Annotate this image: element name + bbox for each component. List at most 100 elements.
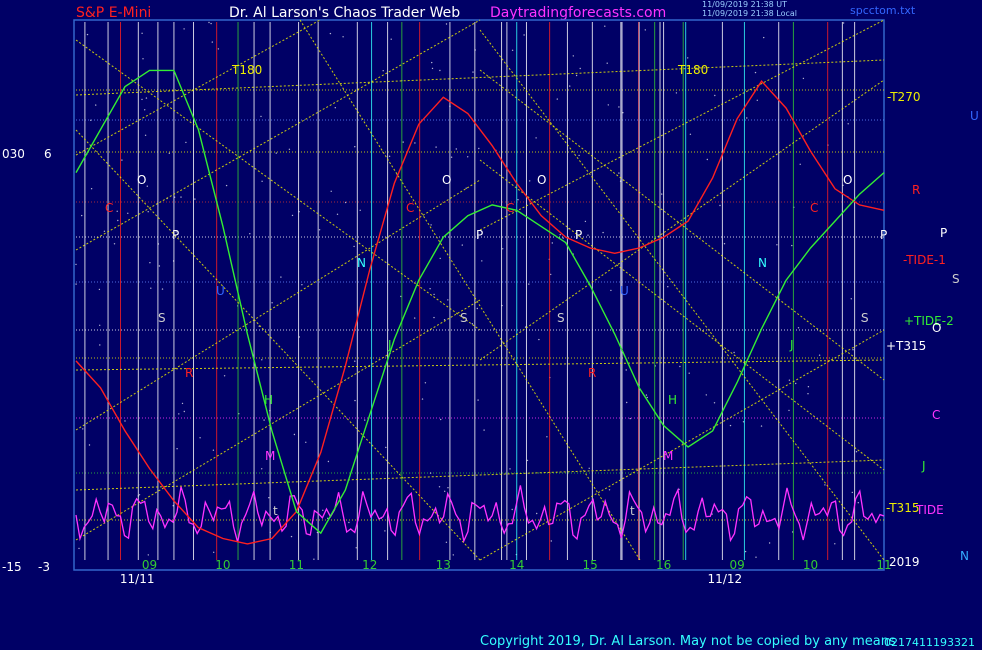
x-tick-label: 15 — [583, 558, 598, 572]
star-dot — [263, 419, 265, 421]
star-dot — [550, 273, 552, 276]
chart-marker: S — [861, 311, 869, 325]
chart-marker: S — [557, 311, 565, 325]
star-dot — [354, 146, 356, 148]
star-dot — [402, 141, 404, 143]
star-dot — [644, 29, 646, 31]
star-dot — [117, 219, 119, 222]
star-dot — [807, 386, 810, 388]
star-dot — [161, 288, 164, 290]
star-dot — [755, 556, 757, 558]
star-dot — [850, 298, 852, 300]
star-dot — [90, 119, 92, 122]
star-dot — [483, 429, 485, 431]
star-dot — [421, 398, 424, 400]
chart-marker: P — [476, 228, 483, 242]
chart-marker: P — [575, 228, 582, 242]
star-dot — [661, 193, 663, 195]
chart-marker: U — [620, 284, 629, 298]
star-dot — [138, 494, 141, 496]
chart-marker: O — [843, 173, 852, 187]
chart-marker: M — [663, 449, 673, 463]
star-dot — [791, 244, 793, 247]
chart-marker: H — [668, 393, 677, 407]
star-dot — [645, 394, 648, 396]
chart-marker: M — [265, 449, 275, 463]
star-dot — [82, 428, 84, 430]
star-dot — [523, 34, 525, 36]
chart-marker: S — [460, 311, 468, 325]
star-dot — [723, 243, 726, 245]
y-tick-outer-bottom: -15 — [2, 560, 22, 574]
x-tick-label: 09 — [142, 558, 157, 572]
star-dot — [181, 402, 184, 405]
star-dot — [855, 451, 858, 453]
star-dot — [588, 467, 590, 469]
star-dot — [799, 163, 801, 165]
right-label: +T315 — [886, 339, 926, 353]
star-dot — [646, 396, 648, 399]
star-dot — [472, 71, 474, 73]
star-dot — [559, 234, 561, 236]
star-dot — [261, 468, 263, 470]
star-dot — [452, 554, 454, 556]
series-line-tide-2 — [75, 69, 885, 535]
planet-line — [479, 29, 885, 561]
series-line-tide-1 — [75, 80, 885, 545]
star-dot — [400, 295, 402, 298]
star-dot — [225, 184, 228, 187]
star-dot — [802, 77, 805, 80]
star-dot — [414, 317, 416, 319]
chart-marker: P — [172, 228, 179, 242]
right-label: R — [912, 183, 920, 197]
star-dot — [280, 276, 282, 278]
star-dot — [439, 257, 441, 260]
star-dot — [113, 243, 116, 245]
star-dot — [75, 283, 77, 285]
planet-line — [75, 19, 321, 156]
star-dot — [348, 521, 350, 524]
star-dot — [526, 459, 529, 462]
star-dot — [261, 359, 263, 361]
star-dot — [471, 323, 473, 325]
star-dot — [438, 486, 441, 488]
star-dot — [210, 22, 212, 25]
star-dot — [99, 324, 101, 326]
chart-marker: P — [880, 228, 887, 242]
chart-marker: O — [442, 173, 451, 187]
star-dot — [795, 382, 797, 385]
star-dot — [330, 190, 332, 192]
star-dot — [124, 420, 126, 422]
star-dot — [445, 23, 448, 25]
chart-marker: C — [506, 201, 514, 215]
right-label: N — [960, 549, 969, 563]
chart-marker: U — [216, 284, 225, 298]
star-dot — [705, 394, 707, 396]
x-tick-label: 16 — [656, 558, 671, 572]
star-dot — [719, 204, 721, 207]
chart-marker: R — [588, 366, 596, 380]
star-dot — [291, 214, 294, 217]
star-dot — [322, 509, 324, 511]
star-dot — [607, 104, 609, 106]
star-dot — [706, 158, 708, 161]
star-dot — [354, 360, 356, 362]
star-dot — [301, 284, 303, 286]
star-dot — [465, 187, 467, 189]
chart-marker: N — [758, 256, 767, 270]
star-dot — [75, 263, 77, 266]
star-dot — [329, 32, 332, 35]
star-dot — [355, 547, 357, 549]
star-dot — [477, 399, 479, 401]
star-dot — [212, 449, 215, 451]
star-dot — [529, 180, 531, 182]
star-dot — [626, 401, 628, 404]
chart-marker: J — [789, 338, 794, 352]
star-dot — [618, 106, 620, 108]
chart-marker: C — [810, 201, 818, 215]
x-tick-label: 14 — [509, 558, 524, 572]
star-dot — [139, 519, 141, 521]
star-dot — [213, 551, 215, 553]
star-dot — [88, 444, 91, 446]
star-dot — [424, 382, 427, 384]
